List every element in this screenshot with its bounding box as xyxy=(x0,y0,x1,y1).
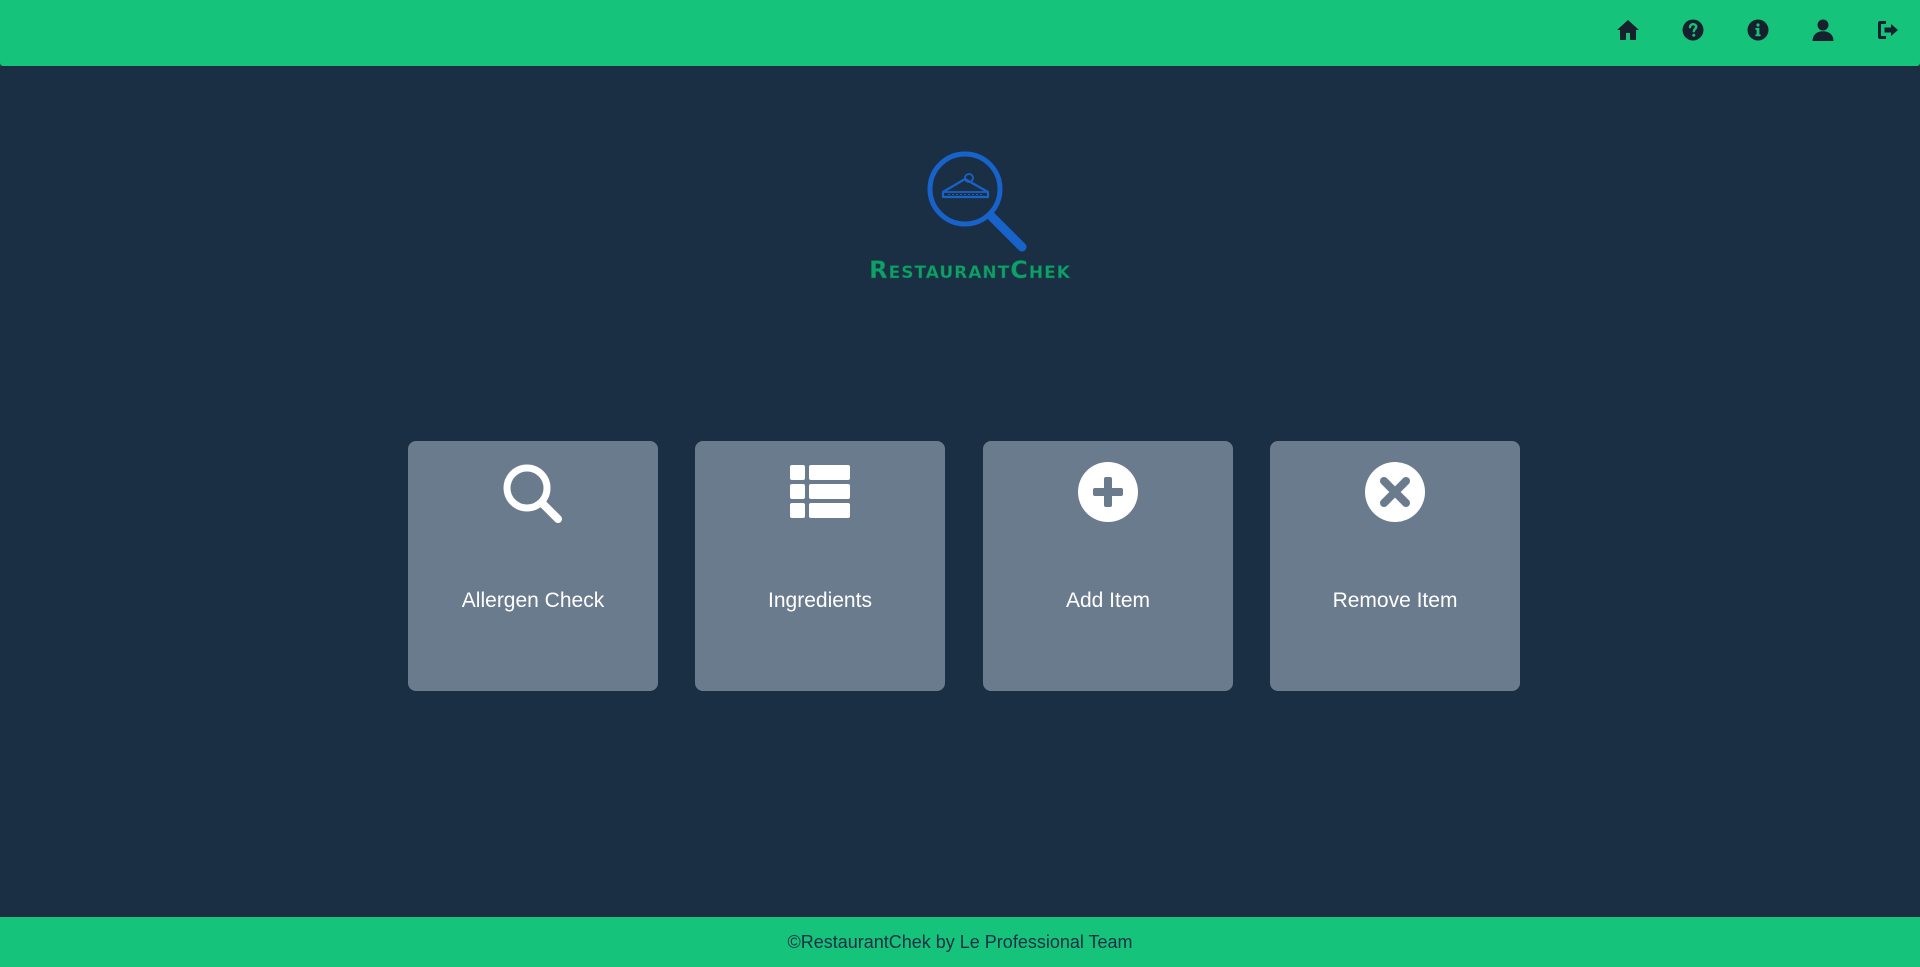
info-button[interactable] xyxy=(1725,0,1790,60)
nav-icon-group xyxy=(1595,0,1920,60)
footer-text: ©RestaurantChek by Le Professional Team xyxy=(787,931,1133,952)
user-icon xyxy=(1812,19,1833,41)
magnifier-cake-logo-icon xyxy=(927,151,1027,252)
search-icon xyxy=(503,464,562,523)
x-circle-icon xyxy=(1365,462,1425,522)
help-icon xyxy=(1682,19,1703,41)
top-navbar xyxy=(0,0,1920,66)
logo-text: RestaurantChek xyxy=(869,256,1071,285)
app-logo: RestaurantChek xyxy=(855,150,1085,285)
profile-button[interactable] xyxy=(1790,0,1855,60)
footer: ©RestaurantChek by Le Professional Team xyxy=(0,917,1920,967)
logout-icon xyxy=(1877,21,1898,39)
logout-button[interactable] xyxy=(1855,0,1920,60)
allergen-check-label: Allergen Check xyxy=(461,589,605,612)
add-item-label: Add Item xyxy=(1065,589,1151,612)
ingredients-tile[interactable]: Ingredients xyxy=(695,441,945,691)
allergen-check-tile[interactable]: Allergen Check xyxy=(408,441,658,691)
remove-item-label: Remove Item xyxy=(1332,589,1458,612)
home-button[interactable] xyxy=(1595,0,1660,60)
info-icon xyxy=(1747,19,1768,41)
plus-circle-icon xyxy=(1078,462,1138,522)
add-item-tile[interactable]: Add Item xyxy=(983,441,1233,691)
help-button[interactable] xyxy=(1660,0,1725,60)
action-tiles: Allergen Check Ingredients Add Item Remo… xyxy=(0,441,1920,691)
ingredients-label: Ingredients xyxy=(768,589,872,612)
remove-item-tile[interactable]: Remove Item xyxy=(1270,441,1520,691)
list-icon xyxy=(790,465,850,518)
home-icon xyxy=(1616,20,1639,40)
